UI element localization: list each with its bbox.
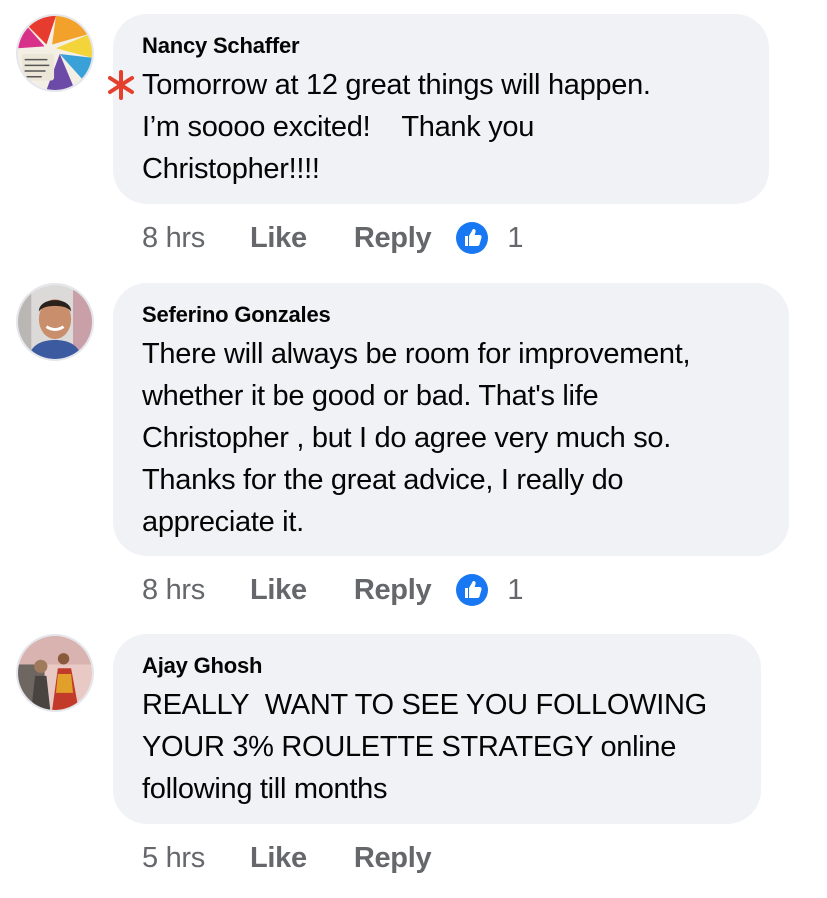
comment-line: YOUR 3% ROULETTE STRATEGY online: [142, 731, 677, 763]
comment-line: whether it be good or bad. That's life: [142, 380, 599, 412]
comment-bubble: Seferino Gonzales There will always be r…: [113, 283, 789, 556]
reaction-count[interactable]: 1: [507, 222, 523, 255]
rainbow-paint-avatar-icon: [18, 16, 92, 90]
comment-actions: 8 hrs Like Reply 1: [142, 570, 523, 610]
portrait-avatar-icon: [18, 285, 92, 359]
comment-timestamp[interactable]: 8 hrs: [142, 222, 205, 255]
comment-text: There will always be room for improvemen…: [142, 333, 761, 543]
comment-line: appreciate it.: [142, 506, 304, 538]
like-button[interactable]: Like: [250, 842, 307, 875]
comment-actions: 5 hrs Like Reply: [142, 838, 455, 878]
avatar[interactable]: [16, 634, 94, 712]
reaction-count[interactable]: 1: [507, 574, 523, 607]
comment-timestamp[interactable]: 5 hrs: [142, 842, 205, 875]
avatar[interactable]: [16, 283, 94, 361]
like-button[interactable]: Like: [250, 222, 307, 255]
avatar[interactable]: [16, 14, 94, 92]
comment-line: Thanks for the great advice, I really do: [142, 464, 624, 496]
comment-line: REALLY WANT TO SEE YOU FOLLOWING: [142, 689, 707, 721]
comment-line: Christopher!!!!: [142, 153, 320, 185]
reply-button[interactable]: Reply: [354, 222, 432, 255]
comment-timestamp[interactable]: 8 hrs: [142, 574, 205, 607]
comment-line: Christopher , but I do agree very much s…: [142, 422, 671, 454]
comment-line: following till months: [142, 773, 388, 805]
comment-bubble: Nancy Schaffer Tomorrow at 12 great thin…: [108, 14, 769, 204]
comment-text: Tomorrow at 12 great things will happen.…: [108, 64, 741, 190]
comment-line: I’m soooo excited! Thank you: [142, 111, 535, 143]
comment-line: There will always be room for improvemen…: [142, 338, 691, 370]
comment-author[interactable]: Ajay Ghosh: [142, 652, 733, 680]
comment-actions: 8 hrs Like Reply 1: [142, 218, 523, 258]
reply-button[interactable]: Reply: [354, 574, 432, 607]
comment-line-text: Tomorrow at 12 great things will happen.: [142, 69, 651, 101]
comment-text: REALLY WANT TO SEE YOU FOLLOWING YOUR 3%…: [142, 684, 733, 810]
like-button[interactable]: Like: [250, 574, 307, 607]
comment-bubble: Ajay Ghosh REALLY WANT TO SEE YOU FOLLOW…: [113, 634, 761, 824]
comment-author[interactable]: Nancy Schaffer: [142, 32, 741, 60]
like-reaction-icon[interactable]: [455, 221, 489, 255]
like-reaction-icon[interactable]: [455, 573, 489, 607]
comment-author[interactable]: Seferino Gonzales: [142, 301, 761, 329]
asterisk-icon: [108, 70, 134, 100]
photo-avatar-icon: [18, 636, 92, 710]
comment-line: Tomorrow at 12 great things will happen.: [108, 64, 741, 106]
reply-button[interactable]: Reply: [354, 842, 432, 875]
